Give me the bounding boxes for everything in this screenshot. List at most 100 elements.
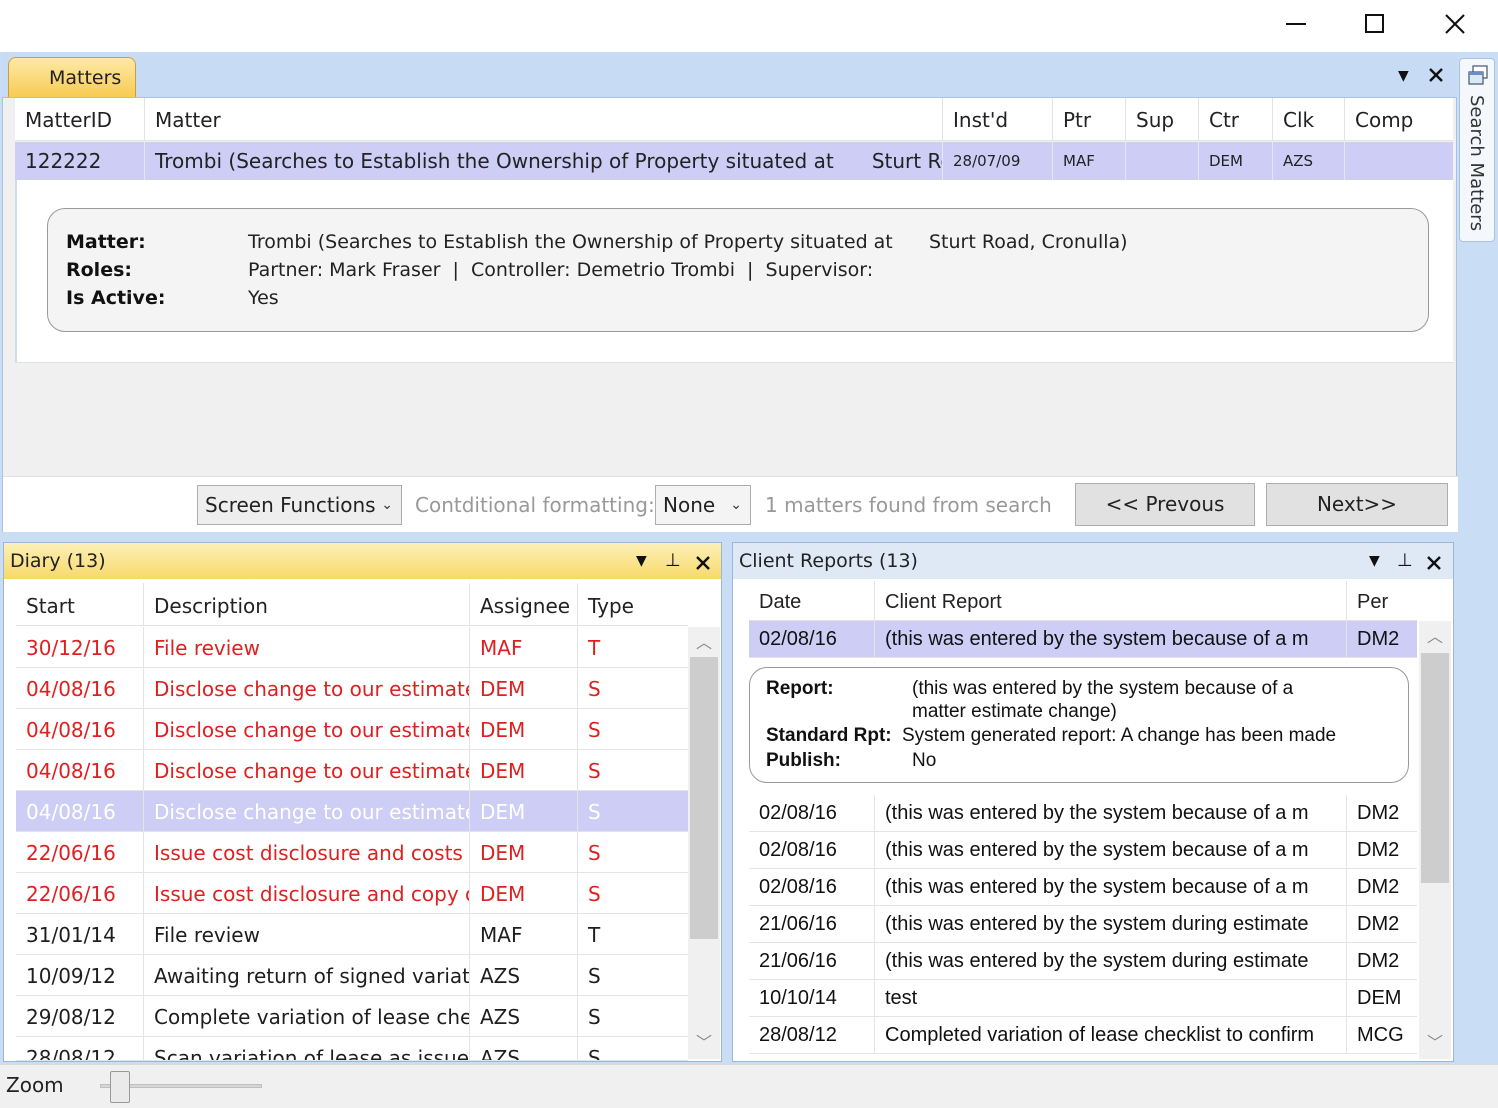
cell-client-report: (this was entered by the system because … [875, 621, 1347, 657]
report-detail-card: Report: (this was entered by the system … [749, 667, 1409, 783]
minimize-button[interactable] [1256, 0, 1336, 48]
col-type[interactable]: Type [578, 583, 688, 626]
cell-type: S [588, 800, 601, 824]
cell-type: S [588, 882, 601, 906]
col-per[interactable]: Per [1347, 581, 1417, 621]
col-ctr[interactable]: Ctr [1199, 98, 1273, 141]
matter-label: Matter: [66, 231, 146, 253]
table-row[interactable]: 29/08/12 Complete variation of lease chec… [16, 996, 688, 1037]
table-row[interactable]: 02/08/16 (this was entered by the system … [749, 869, 1417, 906]
next-button[interactable]: Next>> [1266, 483, 1448, 526]
cell-start: 31/01/14 [16, 914, 144, 954]
previous-button[interactable]: << Prevous [1075, 483, 1255, 526]
col-clk[interactable]: Clk [1273, 98, 1345, 141]
screen-functions-dropdown[interactable]: Screen Functions ⌄ [197, 485, 402, 525]
close-panel-icon[interactable] [695, 555, 711, 571]
matters-tabstrip: Matters ▼ [2, 52, 1457, 100]
col-sup[interactable]: Sup [1126, 98, 1199, 141]
col-start[interactable]: Start [16, 583, 144, 626]
cell-start: 04/08/16 [16, 791, 144, 831]
col-assignee[interactable]: Assignee [470, 583, 578, 626]
conditional-formatting-value: None [663, 493, 716, 517]
close-window-button[interactable] [1415, 0, 1495, 48]
report-value-line1: (this was entered by the system because … [912, 678, 1294, 699]
maximize-icon [1365, 14, 1384, 33]
col-matterid[interactable]: MatterID [15, 98, 145, 141]
diary-panel: Diary (13) ▼ ⊥ Start Description Assigne… [3, 542, 722, 1062]
close-icon [1445, 14, 1465, 34]
window-titlebar [0, 0, 1498, 52]
cell-per: DM2 [1357, 876, 1400, 898]
scroll-up-icon[interactable]: ︿ [1419, 621, 1451, 653]
col-client-report[interactable]: Client Report [875, 581, 1347, 621]
cell-per: DM2 [1357, 839, 1400, 861]
cell-type: S [588, 1046, 601, 1061]
dropdown-arrow-icon[interactable]: ▼ [636, 543, 647, 579]
matters-grid-header: MatterID Matter Inst'd Ptr Sup Ctr Clk C… [15, 98, 1453, 141]
cell-assignee: DEM [470, 832, 578, 872]
zoom-slider-thumb[interactable] [110, 1071, 130, 1103]
diary-scrollbar[interactable]: ︿ ﹀ [688, 627, 720, 1059]
cell-description: Issue cost disclosure and copy o [144, 873, 470, 913]
col-instd[interactable]: Inst'd [943, 98, 1053, 141]
table-row[interactable]: 21/06/16 (this was entered by the system … [749, 943, 1417, 980]
matters-footer: Screen Functions ⌄ Contditional formatti… [3, 476, 1458, 532]
table-row[interactable]: 122222 Trombi (Searches to Establish the… [15, 142, 1453, 180]
cell-per: MCG [1357, 1024, 1404, 1046]
cell-assignee: AZS [470, 1037, 578, 1060]
cell-clk: AZS [1273, 142, 1345, 180]
cell-per: DM2 [1357, 628, 1400, 650]
cell-start: 29/08/12 [16, 996, 144, 1036]
conditional-formatting-select[interactable]: None ⌄ [655, 485, 751, 525]
table-row[interactable]: 30/12/16 File review MAF T [16, 627, 688, 668]
close-panel-icon[interactable] [1426, 555, 1442, 571]
client-reports-title: Client Reports (13) [739, 550, 918, 572]
minimize-icon [1286, 23, 1306, 25]
pin-icon[interactable]: ⊥ [1397, 543, 1413, 579]
tab-matters[interactable]: Matters [8, 57, 136, 100]
table-row[interactable]: 28/08/12 Scan variation of lease as issue… [16, 1037, 688, 1061]
client-reports-scrollbar[interactable]: ︿ ﹀ [1419, 621, 1451, 1059]
cell-type: S [588, 1005, 601, 1029]
col-description[interactable]: Description [144, 583, 470, 626]
search-matters-side-tab[interactable]: Search Matters [1459, 58, 1495, 242]
table-row[interactable]: 22/06/16 Issue cost disclosure and costs … [16, 832, 688, 873]
col-matter[interactable]: Matter [145, 98, 943, 141]
cell-matterid: 122222 [15, 142, 145, 180]
col-comp[interactable]: Comp [1345, 98, 1453, 141]
table-row[interactable]: 31/01/14 File review MAF T [16, 914, 688, 955]
table-row[interactable]: 04/08/16 Disclose change to our estimate D… [16, 750, 688, 791]
col-ptr[interactable]: Ptr [1053, 98, 1126, 141]
table-row[interactable]: 04/08/16 Disclose change to our estimate D… [16, 668, 688, 709]
cell-start: 10/09/12 [16, 955, 144, 995]
table-row[interactable]: 10/09/12 Awaiting return of signed variat… [16, 955, 688, 996]
table-row[interactable]: 02/08/16 (this was entered by the system … [749, 832, 1417, 869]
cell-per: DEM [1357, 987, 1402, 1009]
cell-date: 21/06/16 [749, 943, 875, 979]
scroll-down-icon[interactable]: ﹀ [1419, 1027, 1451, 1059]
scroll-thumb[interactable] [1421, 653, 1449, 883]
close-tab-icon[interactable] [1428, 67, 1444, 83]
cell-description: File review [144, 627, 470, 667]
scroll-up-icon[interactable]: ︿ [688, 627, 720, 659]
pin-icon[interactable]: ⊥ [665, 543, 681, 579]
table-row[interactable]: 10/10/14 test DEM [749, 980, 1417, 1017]
table-row-selected[interactable]: 02/08/16 (this was entered by the system… [749, 621, 1417, 658]
dropdown-arrow-icon[interactable]: ▼ [1369, 543, 1380, 579]
table-row[interactable]: 04/08/16 Disclose change to our estimate D… [16, 791, 688, 832]
report-label: Report: [766, 678, 834, 699]
cell-client-report: test [875, 980, 1347, 1016]
scroll-down-icon[interactable]: ﹀ [688, 1027, 720, 1059]
col-date[interactable]: Date [749, 581, 875, 621]
table-row[interactable]: 02/08/16 (this was entered by the system … [749, 795, 1417, 832]
table-row[interactable]: 28/08/12 Completed variation of lease che… [749, 1017, 1417, 1054]
dropdown-arrow-icon[interactable]: ▼ [1398, 68, 1409, 84]
diary-grid-header: Start Description Assignee Type [16, 583, 688, 626]
maximize-button[interactable] [1335, 0, 1415, 48]
cell-description: Awaiting return of signed variati [144, 955, 470, 995]
table-row[interactable]: 21/06/16 (this was entered by the system … [749, 906, 1417, 943]
table-row[interactable]: 04/08/16 Disclose change to our estimate D… [16, 709, 688, 750]
publish-value: No [912, 750, 937, 771]
table-row[interactable]: 22/06/16 Issue cost disclosure and copy o… [16, 873, 688, 914]
scroll-thumb[interactable] [690, 657, 718, 939]
